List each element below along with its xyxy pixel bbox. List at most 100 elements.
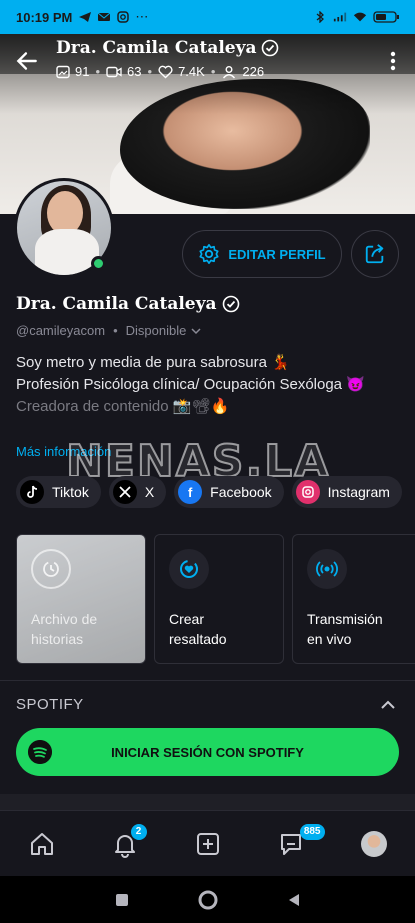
verified-icon — [261, 39, 278, 57]
story-archive-label: Archivo de historias — [31, 609, 97, 649]
stat-photos-value: 91 — [75, 64, 90, 79]
availability-label: Disponible — [125, 323, 187, 338]
video-icon — [106, 66, 122, 77]
profile-name: Dra. Camila Cataleya — [16, 294, 240, 314]
tab-notifications[interactable]: 2 — [105, 823, 147, 864]
instagram-icon — [295, 480, 320, 504]
home-circle-icon[interactable] — [197, 889, 219, 911]
spotify-login-button[interactable]: INICIAR SESIÓN CON SPOTIFY — [16, 728, 399, 776]
profile-name-text: Dra. Camila Cataleya — [16, 294, 217, 314]
chevron-up-icon[interactable] — [379, 696, 397, 714]
stat-fans-value: 226 — [242, 64, 265, 79]
card-label-line: Transmisión — [307, 611, 383, 627]
image-icon — [56, 65, 70, 78]
share-button[interactable] — [351, 230, 399, 278]
social-instagram[interactable]: Instagram — [291, 476, 402, 508]
stat-videos: 63 — [106, 64, 142, 79]
social-links: Tiktok X f Facebook Instagram — [16, 476, 402, 508]
stat-separator: • — [210, 64, 216, 79]
bio-line: Profesión Psicóloga clínica/ Ocupación S… — [16, 376, 365, 393]
avatar-body — [35, 229, 99, 275]
card-label-line: historias — [31, 631, 84, 647]
story-archive-card[interactable]: Archivo de historias — [16, 534, 146, 664]
live-stream-card[interactable]: Transmisión en vivo — [292, 534, 415, 664]
edit-profile-label: EDITAR PERFIL — [228, 246, 326, 262]
card-label-line: Archivo de — [31, 611, 98, 627]
home-icon — [30, 832, 53, 855]
facebook-icon: f — [178, 480, 203, 504]
stat-likes-value: 7.4K — [178, 64, 205, 79]
messages-badge: 885 — [299, 823, 325, 840]
wifi-icon — [353, 12, 367, 22]
stat-fans: 226 — [221, 64, 264, 79]
social-tiktok[interactable]: Tiktok — [16, 476, 101, 508]
handle-separator: • — [113, 323, 118, 338]
highlight-cards: Archivo de historias Crear resaltado Tra… — [16, 534, 415, 664]
stat-separator: • — [147, 64, 153, 79]
chevron-down-icon — [191, 327, 201, 334]
section-divider — [0, 680, 415, 681]
highlight-heart-icon — [169, 549, 209, 589]
back-triangle-icon[interactable] — [286, 892, 302, 908]
profile-bio: Soy metro y media de pura sabrosura 💃 Pr… — [16, 352, 406, 418]
edit-profile-button[interactable]: EDITAR PERFIL — [182, 230, 342, 278]
profile-avatar-icon — [360, 830, 387, 857]
stat-photos: 91 — [56, 64, 89, 79]
tab-profile[interactable] — [354, 824, 394, 864]
heart-icon — [158, 65, 173, 78]
social-label: Facebook — [210, 484, 272, 500]
spotify-icon — [28, 740, 52, 764]
back-arrow-icon[interactable] — [14, 48, 40, 74]
mail-icon — [98, 12, 111, 21]
create-highlight-card[interactable]: Crear resaltado — [154, 534, 284, 664]
bio-line: Soy metro y media de pura sabrosura 💃 — [16, 354, 290, 371]
notifications-badge: 2 — [130, 823, 147, 840]
history-icon — [31, 549, 71, 589]
create-highlight-label: Crear resaltado — [169, 609, 227, 649]
status-notification-icons: ⋯ — [78, 9, 148, 25]
status-time: 10:19 PM — [16, 9, 73, 25]
social-x[interactable]: X — [108, 476, 167, 508]
profile-handle-row: @camileyacom • Disponible — [16, 323, 202, 338]
signal-icon — [333, 12, 347, 22]
spotify-login-label: INICIAR SESIÓN CON SPOTIFY — [111, 744, 304, 760]
card-label-line: resaltado — [169, 631, 227, 647]
status-bar: 10:19 PM ⋯ — [0, 0, 415, 34]
social-label: X — [144, 484, 155, 500]
profile-section: EDITAR PERFIL Dra. Camila Cataleya @cami… — [0, 178, 415, 810]
card-label-line: Crear — [169, 611, 205, 627]
stat-videos-value: 63 — [127, 64, 142, 79]
stat-separator: • — [95, 64, 101, 79]
social-facebook[interactable]: f Facebook — [174, 476, 284, 508]
telegram-icon — [79, 12, 92, 22]
tab-messages[interactable]: 885 — [271, 823, 325, 864]
next-section-edge — [0, 794, 415, 810]
bluetooth-icon — [316, 11, 324, 23]
bio-line: Creadora de contenido 📸📽🔥 — [16, 398, 230, 415]
stat-likes: 7.4K — [158, 64, 205, 79]
header-stats: 91 • 63 • 7.4K • 226 — [56, 64, 264, 79]
recents-icon[interactable] — [114, 892, 130, 908]
battery-icon — [373, 11, 399, 23]
more-notifications-icon: ⋯ — [135, 9, 149, 24]
plus-square-icon — [196, 832, 219, 855]
instagram-status-icon — [117, 11, 130, 23]
profile-handle: @camileyacom — [16, 323, 106, 338]
system-navigation-bar — [0, 876, 415, 923]
more-options-icon[interactable] — [383, 48, 403, 74]
share-icon — [365, 244, 384, 264]
live-stream-label: Transmisión en vivo — [307, 609, 383, 649]
social-label: Instagram — [327, 484, 390, 500]
header-title: Dra. Camila Cataleya — [56, 38, 279, 58]
card-label-line: en vivo — [307, 631, 352, 647]
header-title-text: Dra. Camila Cataleya — [56, 38, 257, 58]
gear-icon — [199, 244, 219, 264]
tab-create[interactable] — [188, 824, 228, 864]
spotify-section-title: SPOTIFY — [16, 696, 84, 713]
verified-icon — [222, 295, 239, 313]
x-icon — [112, 480, 137, 504]
availability-dropdown[interactable]: Disponible — [126, 323, 203, 338]
online-indicator — [91, 256, 106, 271]
tab-home[interactable] — [22, 824, 62, 864]
live-broadcast-icon — [307, 549, 347, 589]
